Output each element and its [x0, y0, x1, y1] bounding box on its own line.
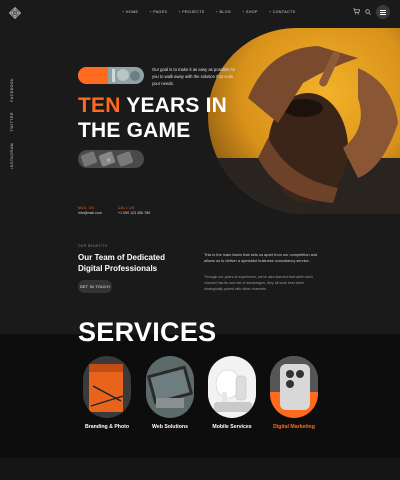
service-label-mobile[interactable]: Mobile Services [212, 424, 251, 430]
services-title: SERVICES [78, 317, 217, 347]
nav-item-shop[interactable]: SHOP [242, 10, 258, 14]
headline-line-1: YEARS IN [120, 94, 228, 117]
nav-item-blog[interactable]: BLOG [216, 10, 232, 14]
svg-text:×: × [106, 157, 111, 164]
nav-item-home[interactable]: HOME [122, 10, 138, 14]
service-label-web[interactable]: Web Solutions [152, 424, 188, 430]
nav-item-contacts[interactable]: CONTACTS [269, 10, 296, 14]
about-paragraph-1: This is the main factor that sets us apa… [204, 252, 318, 263]
about-paragraph-2: Through our years of experience, we've a… [204, 275, 313, 291]
call-value[interactable]: +1 000 123 456 789 [118, 211, 150, 215]
call-label: CALL US [118, 206, 135, 210]
main-nav: HOME PAGES PROJECTS BLOG SHOP CONTACTS [122, 10, 295, 14]
service-image-marketing[interactable] [270, 356, 318, 418]
service-label-branding[interactable]: Branding & Photo [85, 424, 129, 430]
benefits-eyebrow: OUR BENEFITS [78, 244, 108, 248]
hero-image [208, 28, 400, 214]
hero-intro: Our goal is to make it as easy as possib… [152, 67, 236, 86]
service-label-marketing[interactable]: Digital Marketing [273, 424, 315, 430]
headline-accent: TEN [78, 94, 121, 117]
menu-icon[interactable] [376, 5, 390, 19]
logo-icon[interactable] [9, 7, 21, 19]
social-instagram[interactable]: INSTAGRAM [10, 143, 14, 169]
team-heading: Our Team of Dedicated Digital Profession… [78, 253, 165, 273]
footer-strip [0, 458, 400, 480]
social-twitter[interactable]: TWITTER [10, 112, 14, 131]
social-facebook[interactable]: FACEBOOK [10, 78, 14, 102]
nav-item-pages[interactable]: PAGES [149, 10, 167, 14]
cart-icon[interactable] [353, 8, 360, 15]
hero-pill-image-bottom: × [78, 150, 144, 168]
hero-pill-image-top [78, 67, 144, 84]
mail-label: MAIL US [78, 206, 95, 210]
service-image-branding[interactable] [83, 356, 131, 418]
services-section [0, 334, 400, 458]
hero-headline: TEN YEARS IN THE GAME [78, 93, 227, 143]
mail-value[interactable]: info@mail.com [78, 211, 102, 215]
service-image-mobile[interactable] [208, 356, 256, 418]
get-in-touch-button[interactable]: GET IN TOUCH [78, 280, 112, 293]
headline-line-2: THE GAME [78, 119, 191, 142]
service-image-web[interactable] [146, 356, 194, 418]
nav-item-projects[interactable]: PROJECTS [178, 10, 204, 14]
search-icon[interactable] [365, 9, 371, 15]
